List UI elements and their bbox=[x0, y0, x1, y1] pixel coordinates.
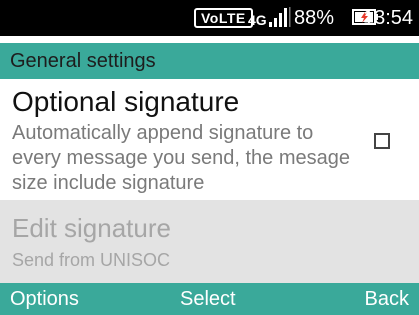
edit-signature-title: Edit signature bbox=[12, 213, 171, 243]
back-softkey[interactable]: Back bbox=[365, 283, 409, 315]
edit-signature-description: Send from UNISOC bbox=[12, 250, 171, 270]
battery-percent: 88% bbox=[294, 7, 335, 29]
status-bar: VoLTE 4G 88% 13:54 bbox=[0, 0, 419, 36]
edit-signature-item[interactable]: Edit signature Send from UNISOC bbox=[0, 200, 419, 283]
optional-signature-title: Optional signature bbox=[12, 86, 240, 117]
optional-signature-description: Automatically append signature to every … bbox=[12, 122, 350, 194]
select-softkey[interactable]: Select bbox=[180, 283, 236, 315]
volte-indicator: VoLTE bbox=[194, 8, 253, 28]
signal-bars-icon bbox=[268, 5, 292, 34]
page-title: General settings bbox=[0, 43, 419, 79]
optional-signature-item[interactable]: Optional signature Automatically append … bbox=[0, 79, 419, 200]
clock: 13:54 bbox=[363, 7, 414, 29]
optional-signature-checkbox[interactable] bbox=[374, 133, 390, 149]
network-type: 4G bbox=[248, 12, 267, 28]
options-softkey[interactable]: Options bbox=[10, 283, 79, 315]
softkey-bar: Options Select Back bbox=[0, 283, 419, 315]
